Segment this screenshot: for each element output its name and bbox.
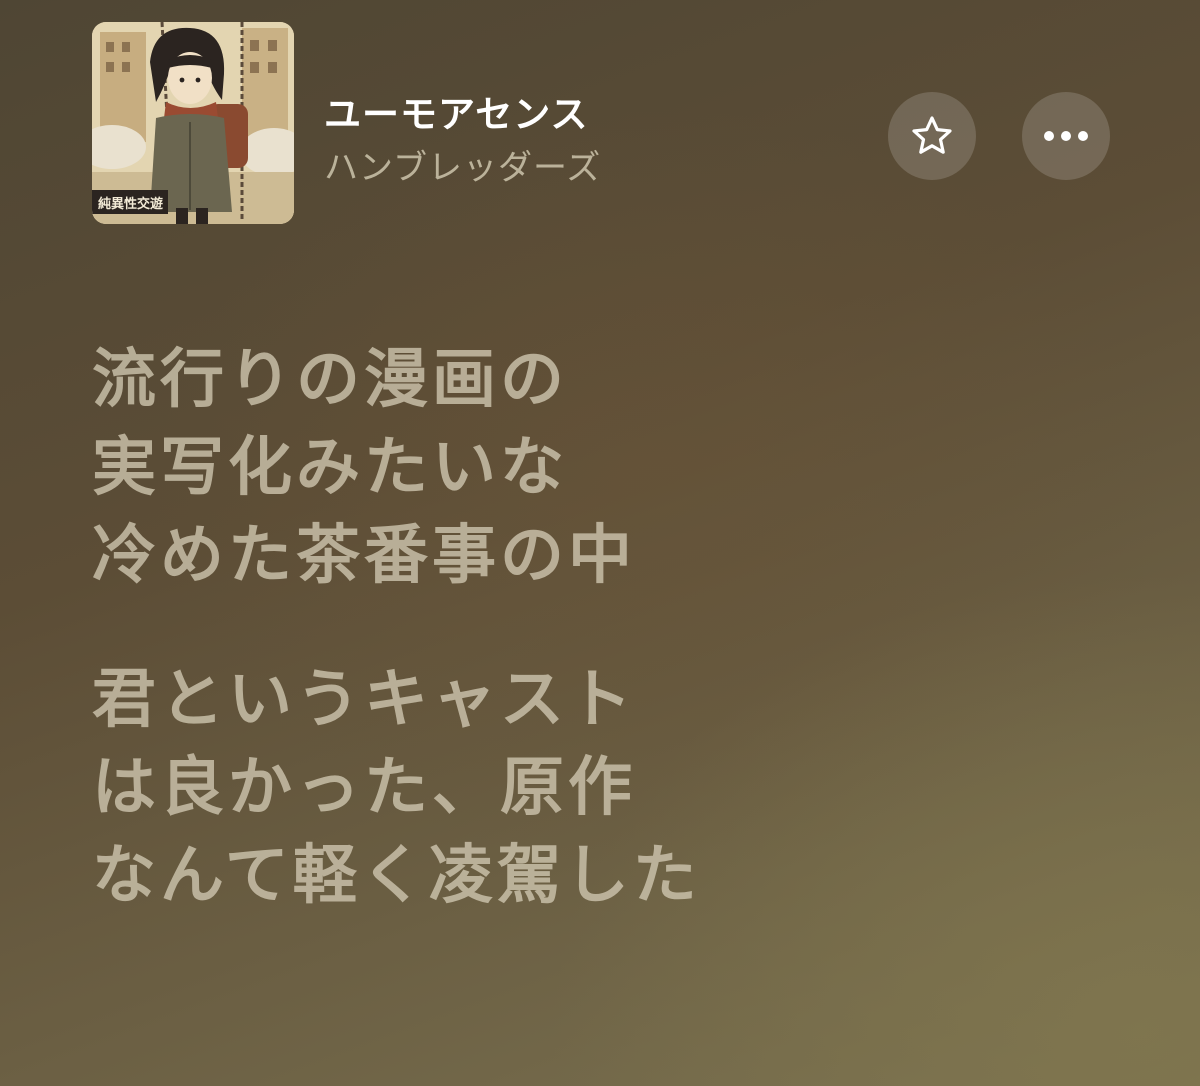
ellipsis-icon <box>1044 131 1088 141</box>
lyrics-view[interactable]: 流行りの漫画の 実写化みたいな 冷めた茶番事の中 君というキャスト は良かった、… <box>92 336 1172 920</box>
lyric-stanza: 流行りの漫画の 実写化みたいな 冷めた茶番事の中 <box>92 336 1172 600</box>
lyric-stanza: 君というキャスト は良かった、原作 なんて軽く凌駕した <box>92 656 1172 920</box>
now-playing-header: 純異性交遊 ユーモアセンス ハンブレッダーズ <box>92 22 1112 224</box>
track-title[interactable]: ユーモアセンス <box>324 84 589 138</box>
lyric-line[interactable]: 君というキャスト <box>92 656 1172 744</box>
favorite-button[interactable] <box>888 92 976 180</box>
artist-name[interactable]: ハンブレッダーズ <box>324 140 601 189</box>
lyric-line[interactable]: 冷めた茶番事の中 <box>92 512 1172 600</box>
artwork-badge-text: 純異性交遊 <box>98 196 163 212</box>
lyric-line[interactable]: は良かった、原作 <box>92 744 1172 832</box>
star-outline-icon <box>912 116 952 154</box>
lyric-line[interactable]: なんて軽く凌駕した <box>92 832 1172 920</box>
album-artwork[interactable]: 純異性交遊 <box>92 22 294 224</box>
lyric-line[interactable]: 流行りの漫画の <box>92 336 1172 424</box>
lyric-line[interactable]: 実写化みたいな <box>92 424 1172 512</box>
more-options-button[interactable] <box>1022 92 1110 180</box>
